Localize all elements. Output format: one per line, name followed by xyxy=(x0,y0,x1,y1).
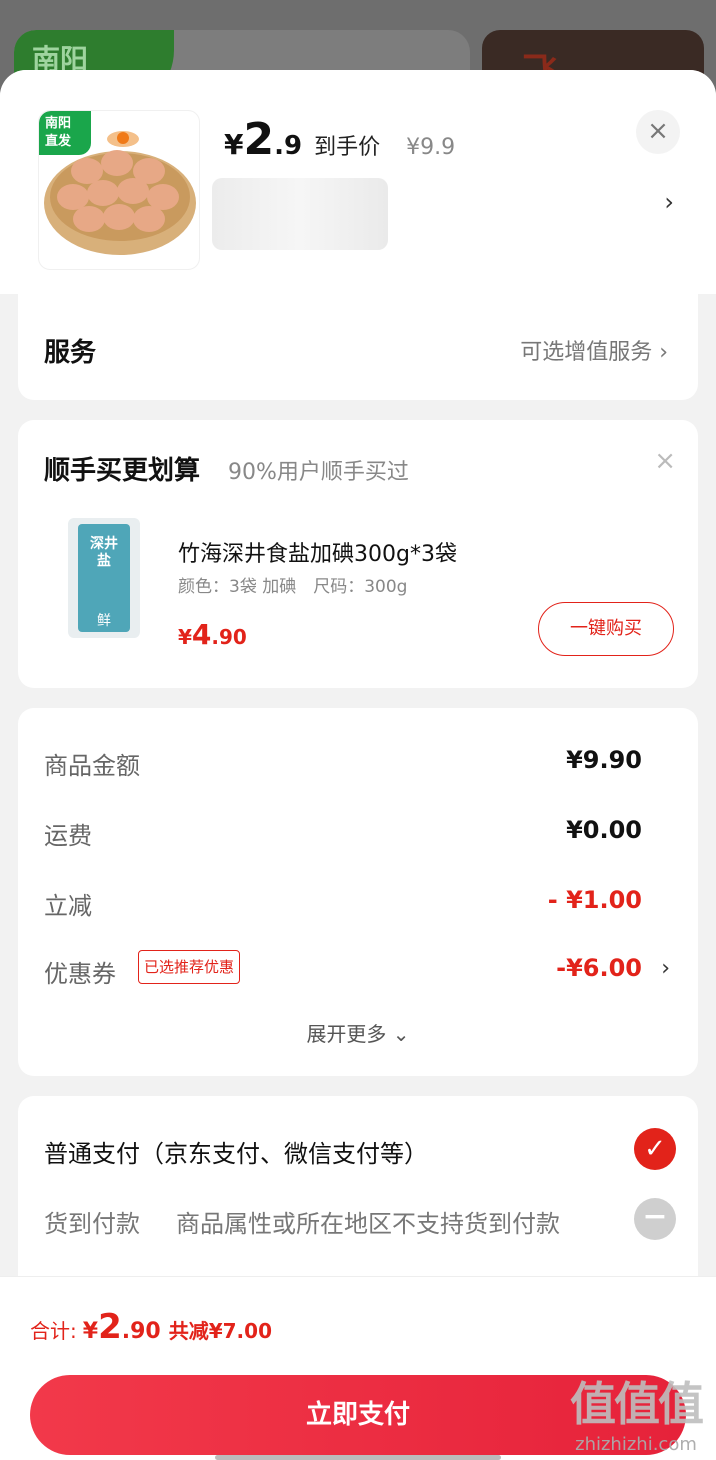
amount-row-label: 立减 xyxy=(44,892,92,920)
price-row: ¥ 2 .9 到手价 ¥9.9 xyxy=(224,114,456,165)
amount-row: 运费 ¥0.00 xyxy=(44,812,672,852)
service-row[interactable]: 服务 可选增值服务 › xyxy=(18,294,698,400)
service-value-added[interactable]: 可选增值服务 › xyxy=(520,334,668,366)
product-thumbnail[interactable]: 南阳 直发 xyxy=(38,110,200,270)
cod-label: 货到付款 xyxy=(44,1210,140,1238)
salt-package-text-fresh: 鲜 xyxy=(97,613,111,629)
product-header: 南阳 直发 ¥ 2 .9 到手价 ¥9.9 › × xyxy=(0,70,716,294)
amount-row-value: ¥0.00 xyxy=(566,816,642,844)
salt-package-text: 深井盐 xyxy=(90,536,118,569)
recommended-coupon-badge: 已选推荐优惠 xyxy=(138,950,241,984)
add-on-subtitle: 90%用户顺手买过 xyxy=(228,460,409,485)
cod-unavailable-note: 商品属性或所在地区不支持货到付款 xyxy=(176,1210,560,1238)
price-decimal: .9 xyxy=(274,131,303,161)
checkout-sheet: 南阳 直发 ¥ 2 .9 到手价 ¥9.9 › × 服务 可选增值服务 › 顺手… xyxy=(0,70,716,1460)
order-total: 合计: ¥ 2 .90 共减¥7.00 xyxy=(30,1307,272,1347)
watermark: 值值值 zhizhizhi.com xyxy=(570,1368,704,1455)
amount-row-label: 优惠券 xyxy=(44,960,116,988)
service-title: 服务 xyxy=(44,338,97,368)
watermark-url: zhizhizhi.com xyxy=(575,1434,697,1455)
total-integer: 2 xyxy=(98,1307,122,1347)
home-indicator xyxy=(215,1455,501,1460)
chevron-right-icon[interactable]: › xyxy=(661,956,670,981)
add-on-price-currency: ¥ xyxy=(178,625,192,649)
amount-row-value: -¥6.00 xyxy=(556,954,642,982)
amount-row: 立减 - ¥1.00 xyxy=(44,882,672,922)
chevron-right-icon[interactable]: › xyxy=(664,188,674,216)
disabled-icon: − xyxy=(634,1198,676,1240)
amount-summary-card: 商品金额 ¥9.90 运费 ¥0.00 立减 - ¥1.00 优惠券 已选推荐优… xyxy=(18,708,698,1076)
add-on-title: 顺手买更划算 xyxy=(44,456,201,486)
amount-row-value: ¥9.90 xyxy=(566,746,642,774)
check-icon[interactable]: ✓ xyxy=(634,1128,676,1170)
total-label: 合计: xyxy=(30,1319,77,1343)
blurred-spec-selector[interactable] xyxy=(212,178,388,250)
salt-product-image[interactable]: 深井盐 鲜 xyxy=(68,518,140,638)
total-currency: ¥ xyxy=(82,1319,99,1344)
watermark-logo: 值值值 xyxy=(570,1377,704,1431)
price-integer: 2 xyxy=(243,114,275,165)
normal-payment-label[interactable]: 普通支付（京东支付、微信支付等） xyxy=(44,1134,428,1169)
price-label: 到手价 xyxy=(314,135,381,160)
total-savings: 共减¥7.00 xyxy=(168,1319,272,1343)
price-currency: ¥ xyxy=(224,128,244,161)
coupon-row[interactable]: 优惠券 已选推荐优惠 -¥6.00 › xyxy=(44,950,672,990)
add-on-product-name: 竹海深井食盐加碘300g*3袋 xyxy=(178,542,457,567)
close-button[interactable]: × xyxy=(636,110,680,154)
add-on-price-integer: 4 xyxy=(191,618,212,651)
expand-more-button[interactable]: 展开更多 ⌄ xyxy=(18,1018,698,1047)
one-click-buy-button[interactable]: 一键购买 xyxy=(538,602,674,656)
amount-row-label: 运费 xyxy=(44,822,92,850)
amount-row-label: 商品金额 xyxy=(44,752,140,780)
original-price: ¥9.9 xyxy=(406,135,456,160)
add-on-price: ¥ 4 .90 xyxy=(178,618,247,651)
origin-badge: 南阳 直发 xyxy=(39,111,91,155)
add-on-price-decimal: .90 xyxy=(211,625,247,649)
amount-row: 商品金额 ¥9.90 xyxy=(44,742,672,782)
amount-row-value: - ¥1.00 xyxy=(547,886,642,914)
close-icon[interactable]: × xyxy=(654,446,676,476)
add-on-card: 顺手买更划算 90%用户顺手买过 × 深井盐 鲜 竹海深井食盐加碘300g*3袋… xyxy=(18,420,698,688)
add-on-product-spec: 颜色：3袋 加碘 尺码：300g xyxy=(178,577,408,597)
total-decimal: .90 xyxy=(121,1319,161,1344)
